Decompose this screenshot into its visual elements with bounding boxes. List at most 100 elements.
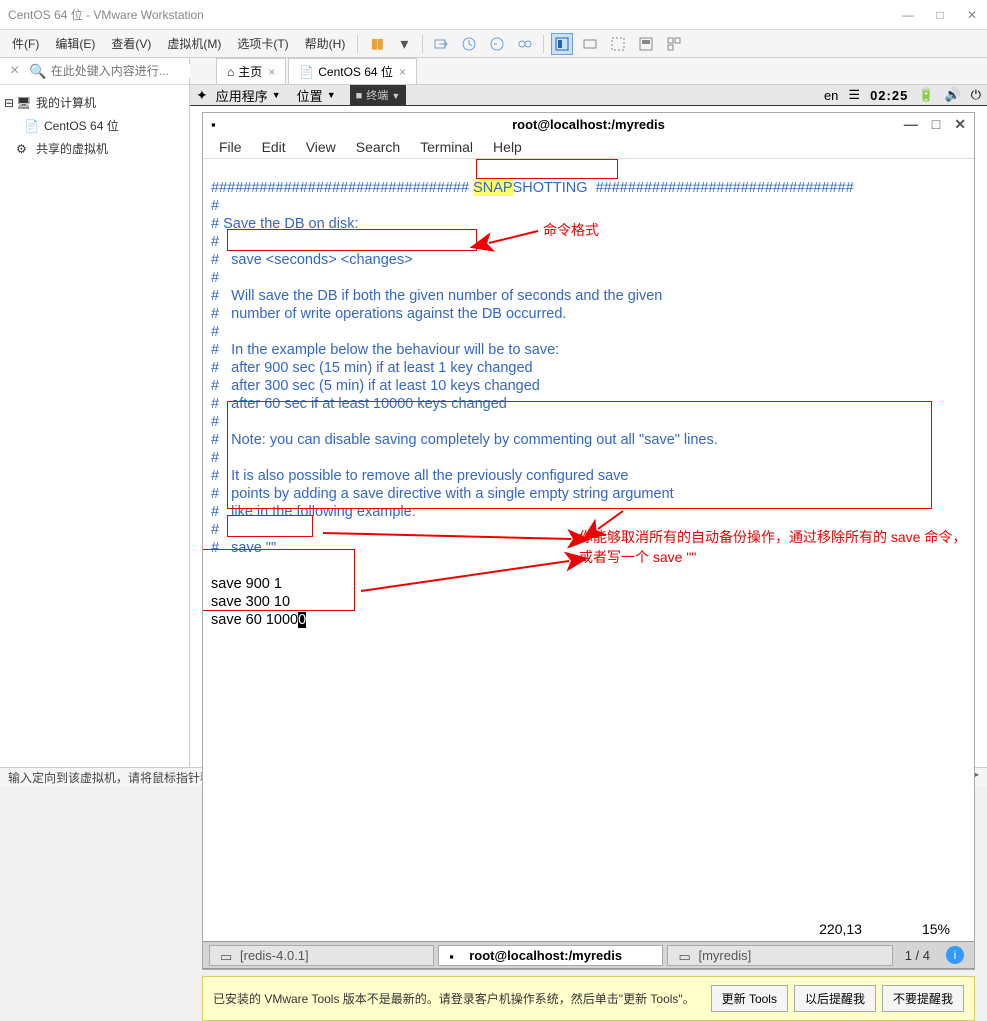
menu-search[interactable]: Search xyxy=(356,139,400,155)
close-icon[interactable]: × xyxy=(399,65,406,79)
location-menu[interactable]: 位置▼ xyxy=(289,86,344,105)
terminal-title: root@localhost:/myredis xyxy=(512,117,665,132)
computer-icon: 🖥 xyxy=(16,96,32,110)
battery-icon[interactable]: 🔋 xyxy=(918,87,934,103)
terminal-titlebar: ▪ root@localhost:/myredis — □ ✕ xyxy=(203,113,974,135)
remind-later-button[interactable]: 以后提醒我 xyxy=(794,985,876,1012)
tree-vm-label: CentOS 64 位 xyxy=(44,117,119,134)
minimize-button[interactable]: — xyxy=(901,8,915,22)
menu-vm[interactable]: 虚拟机(M) xyxy=(159,35,229,52)
info-icon[interactable]: i xyxy=(946,946,964,964)
close-icon[interactable]: × xyxy=(268,65,275,79)
tree-root-label: 我的计算机 xyxy=(36,94,96,111)
tree-vm[interactable]: 📄 CentOS 64 位 xyxy=(24,114,185,137)
power-icon[interactable]: ⏻ xyxy=(971,87,981,103)
collapse-icon[interactable]: ⊟ xyxy=(4,96,16,110)
menubar: 件(F) 编辑(E) 查看(V) 虚拟机(M) 选项卡(T) 帮助(H) ▮▮ … xyxy=(0,30,987,58)
terminal-status: 220,13 15% xyxy=(203,921,974,941)
notification-message: 已安装的 VMware Tools 版本不是最新的。请登录客户机操作系统，然后单… xyxy=(213,990,705,1007)
terminal-icon: ▪ xyxy=(211,117,216,132)
search-input[interactable] xyxy=(51,64,206,78)
page-indicator: 1 / 4 xyxy=(895,948,940,963)
tab-vm[interactable]: 📄 CentOS 64 位 × xyxy=(288,58,417,84)
terminal-tab-myredis[interactable]: ▭ [myredis] xyxy=(667,945,892,966)
manage-icon[interactable] xyxy=(514,33,536,55)
tree-shared[interactable]: ⚙ 共享的虚拟机 xyxy=(4,137,185,160)
annotation-text-cancel: 你能够取消所有的自动备份操作，通过移除所有的 save 命令，或者写一个 sav… xyxy=(579,527,969,567)
notification-bar: 已安装的 VMware Tools 版本不是最新的。请登录客户机操作系统，然后单… xyxy=(202,976,975,1021)
menu-help[interactable]: Help xyxy=(493,139,522,155)
main: × 🔍 ▼ ⊟ 🖥 我的计算机 📄 CentOS 64 位 ⚙ 共享的虚拟机 xyxy=(0,58,987,767)
stretch-icon[interactable] xyxy=(607,33,629,55)
menu-view[interactable]: 查看(V) xyxy=(103,35,159,52)
search-icon: 🔍 xyxy=(25,63,50,80)
snap-highlight: SNAP xyxy=(473,180,513,196)
revert-icon[interactable] xyxy=(486,33,508,55)
content-area: ⌂ 主页 × 📄 CentOS 64 位 × ✦ 应用程序▼ 位置▼ ■终端 ▼… xyxy=(190,58,987,767)
terminal-tab-root[interactable]: ▪ root@localhost:/myredis xyxy=(438,945,663,966)
scroll-percent: 15% xyxy=(922,921,950,937)
vm-topbar: ✦ 应用程序▼ 位置▼ ■终端 ▼ en ☰ 02:25 🔋 🔊 ⏻ xyxy=(190,85,987,106)
maximize-button[interactable]: □ xyxy=(932,116,940,133)
window-controls: — □ ✕ xyxy=(901,8,979,22)
snapshot-icon[interactable] xyxy=(458,33,480,55)
terminal-window: ▪ root@localhost:/myredis — □ ✕ File Edi… xyxy=(202,112,975,970)
terminal-button[interactable]: ■终端 ▼ xyxy=(350,85,407,105)
close-icon[interactable]: × xyxy=(4,62,25,80)
cursor: 0 xyxy=(298,612,306,628)
content-tabs: ⌂ 主页 × 📄 CentOS 64 位 × xyxy=(190,58,987,85)
menu-view[interactable]: View xyxy=(306,139,336,155)
separator xyxy=(543,35,544,53)
volume-icon[interactable]: 🔊 xyxy=(945,87,961,103)
sidebar-search: × 🔍 ▼ xyxy=(0,58,189,85)
annotation-box-snapshotting xyxy=(476,159,618,179)
vm-icon: 📄 xyxy=(24,119,40,133)
pause-icon[interactable]: ▮▮ xyxy=(365,33,387,55)
menu-file[interactable]: File xyxy=(219,139,242,155)
sidebar: × 🔍 ▼ ⊟ 🖥 我的计算机 📄 CentOS 64 位 ⚙ 共享的虚拟机 xyxy=(0,58,190,767)
close-button[interactable]: ✕ xyxy=(954,116,966,133)
window-title: CentOS 64 位 - VMware Workstation xyxy=(8,6,901,23)
clock: 02:25 xyxy=(870,88,908,103)
tab-home[interactable]: ⌂ 主页 × xyxy=(216,58,286,84)
tab-vm-label: CentOS 64 位 xyxy=(318,63,393,80)
close-button[interactable]: ✕ xyxy=(965,8,979,22)
folder-icon: ▭ xyxy=(220,949,234,961)
menu-terminal[interactable]: Terminal xyxy=(420,139,473,155)
vm-icon: 📄 xyxy=(299,65,314,79)
vm-topbar-right: en ☰ 02:25 🔋 🔊 ⏻ xyxy=(824,87,981,103)
terminal-icon: ▪ xyxy=(449,949,463,961)
apps-menu[interactable]: 应用程序▼ xyxy=(208,86,289,105)
apps-icon: ✦ xyxy=(196,87,208,104)
unity-icon[interactable] xyxy=(579,33,601,55)
menu-file[interactable]: 件(F) xyxy=(4,35,47,52)
dont-remind-button[interactable]: 不要提醒我 xyxy=(882,985,964,1012)
terminal-body[interactable]: ################################ SNAPSHO… xyxy=(203,159,974,921)
shared-icon: ⚙ xyxy=(16,142,32,156)
menu-tabs[interactable]: 选项卡(T) xyxy=(229,35,296,52)
menu-icon[interactable]: ☰ xyxy=(848,87,860,103)
maximize-button[interactable]: □ xyxy=(933,8,947,22)
console-icon[interactable] xyxy=(635,33,657,55)
terminal-tab-redis[interactable]: ▭ [redis-4.0.1] xyxy=(209,945,434,966)
annotation-text-cmd: 命令格式 xyxy=(543,221,599,239)
tab-home-label: 主页 xyxy=(238,63,262,80)
folder-icon: ▭ xyxy=(678,949,692,961)
menu-edit[interactable]: Edit xyxy=(262,139,286,155)
fullscreen-icon[interactable] xyxy=(551,33,573,55)
menu-help[interactable]: 帮助(H) xyxy=(297,35,354,52)
menu-edit[interactable]: 编辑(E) xyxy=(47,35,103,52)
lang-indicator[interactable]: en xyxy=(824,88,838,103)
thumbnail-icon[interactable] xyxy=(663,33,685,55)
tree-shared-label: 共享的虚拟机 xyxy=(36,140,108,157)
terminal-menubar: File Edit View Search Terminal Help xyxy=(203,135,974,159)
home-icon: ⌂ xyxy=(227,65,234,79)
minimize-button[interactable]: — xyxy=(904,116,918,133)
terminal-tabs: ▭ [redis-4.0.1] ▪ root@localhost:/myredi… xyxy=(203,941,974,969)
send-icon[interactable] xyxy=(430,33,452,55)
tree-root[interactable]: ⊟ 🖥 我的计算机 xyxy=(4,91,185,114)
separator xyxy=(422,35,423,53)
cursor-position: 220,13 xyxy=(819,921,862,937)
update-tools-button[interactable]: 更新 Tools xyxy=(711,985,788,1012)
toolbar-dropdown[interactable]: ▾ xyxy=(393,33,415,55)
